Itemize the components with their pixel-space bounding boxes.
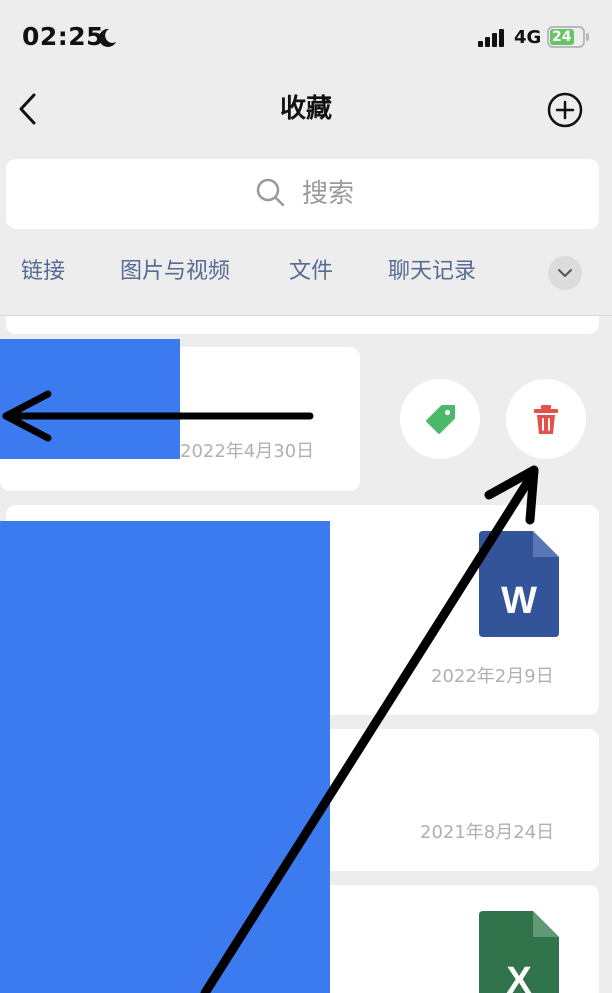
diagonal-arrow-shaft xyxy=(200,467,539,993)
annotation-arrows xyxy=(2,390,539,993)
